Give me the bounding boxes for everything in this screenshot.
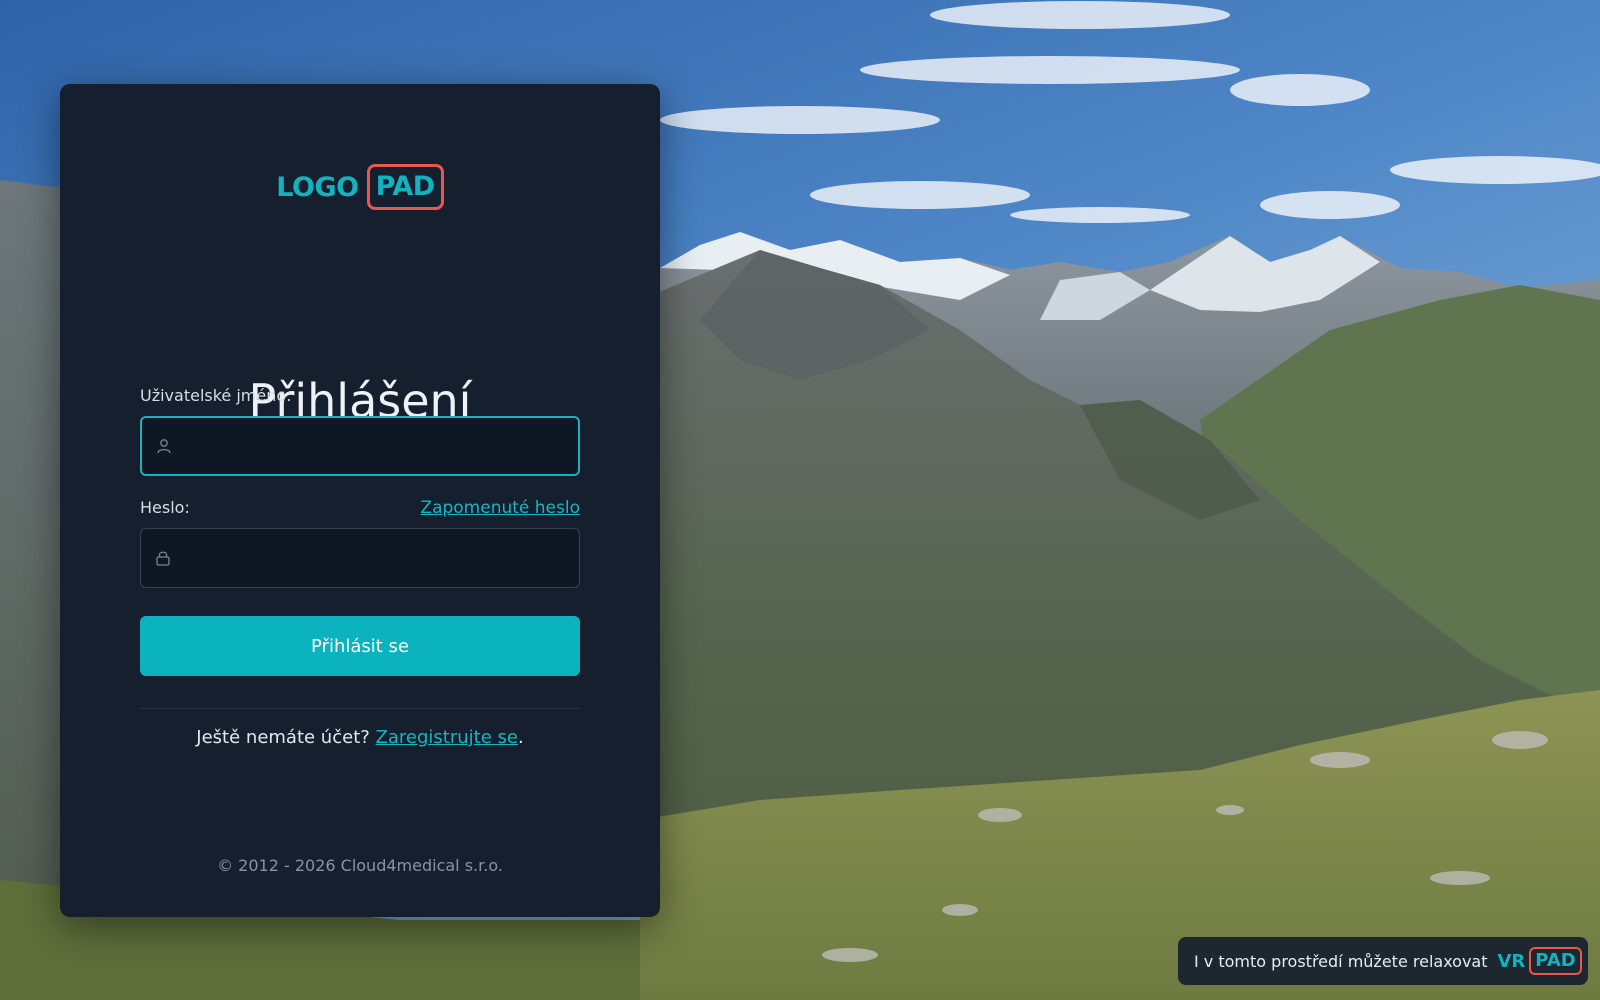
vr-logo-right: PAD bbox=[1529, 947, 1582, 975]
register-suffix: . bbox=[517, 727, 524, 748]
password-input-wrapper bbox=[140, 528, 580, 588]
forgot-password-link[interactable]: Zapomenuté heslo bbox=[420, 498, 580, 518]
user-icon bbox=[157, 439, 171, 454]
username-group: Uživatelské jméno: bbox=[140, 386, 580, 476]
password-group: Heslo: Zapomenuté heslo bbox=[140, 498, 580, 588]
vr-logo-left: VR bbox=[1497, 950, 1526, 972]
vr-relax-badge[interactable]: I v tomto prostředí můžete relaxovat VR … bbox=[1178, 937, 1588, 985]
password-input[interactable] bbox=[185, 529, 567, 587]
username-input-wrapper bbox=[140, 416, 580, 476]
vr-logo: VR PAD bbox=[1498, 947, 1582, 975]
username-label: Uživatelské jméno: bbox=[140, 386, 292, 405]
logo-right-text: PAD bbox=[366, 164, 444, 210]
username-input[interactable] bbox=[186, 418, 566, 474]
divider bbox=[140, 708, 580, 709]
login-card: LOGO PAD Přihlášení Uživatelské jméno: H… bbox=[60, 84, 660, 917]
lock-icon bbox=[156, 551, 170, 566]
login-button[interactable]: Přihlásit se bbox=[140, 616, 580, 676]
vr-badge-text: I v tomto prostředí můžete relaxovat bbox=[1194, 951, 1488, 971]
register-prompt: Ještě nemáte účet? Zaregistrujte se. bbox=[60, 727, 660, 748]
register-prompt-text: Ještě nemáte účet? bbox=[196, 727, 370, 748]
logo: LOGO PAD bbox=[60, 164, 660, 210]
copyright: © 2012 - 2026 Cloud4medical s.r.o. bbox=[217, 856, 503, 875]
logo-left-text: LOGO bbox=[276, 171, 359, 203]
register-link[interactable]: Zaregistrujte se bbox=[376, 727, 518, 748]
password-label: Heslo: bbox=[140, 498, 190, 517]
